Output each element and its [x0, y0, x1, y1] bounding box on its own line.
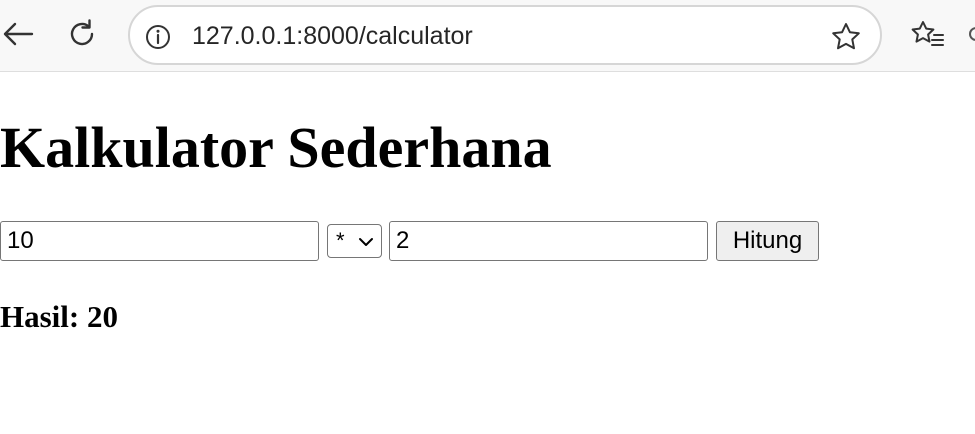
second-number-input[interactable]: 2 — [389, 221, 708, 261]
add-favorite-button[interactable] — [828, 19, 864, 55]
operator-select[interactable]: * — [327, 224, 382, 258]
info-icon[interactable] — [144, 23, 172, 51]
result-label: Hasil: — [0, 299, 80, 334]
browser-toolbar: 127.0.0.1:8000/calculator — [0, 0, 975, 72]
reload-button[interactable] — [64, 16, 100, 52]
back-button[interactable] — [0, 16, 36, 52]
page-title: Kalkulator Sederhana — [0, 115, 552, 180]
reload-icon — [70, 19, 94, 46]
address-bar[interactable]: 127.0.0.1:8000/calculator — [128, 5, 882, 65]
chevron-down-icon — [359, 238, 373, 246]
first-number-input[interactable]: 10 — [0, 221, 319, 261]
operator-selected-value: * — [336, 228, 345, 253]
star-icon — [832, 23, 860, 50]
favorites-icon — [911, 21, 944, 46]
favorites-button[interactable] — [908, 16, 948, 52]
toolbar-overflow-edge — [962, 16, 975, 52]
back-arrow-icon — [3, 22, 34, 46]
result-value: 20 — [86, 299, 118, 334]
calculate-button[interactable]: Hitung — [716, 221, 819, 261]
result-text: Hasil: 20 — [0, 298, 118, 336]
url-text[interactable]: 127.0.0.1:8000/calculator — [192, 21, 473, 51]
